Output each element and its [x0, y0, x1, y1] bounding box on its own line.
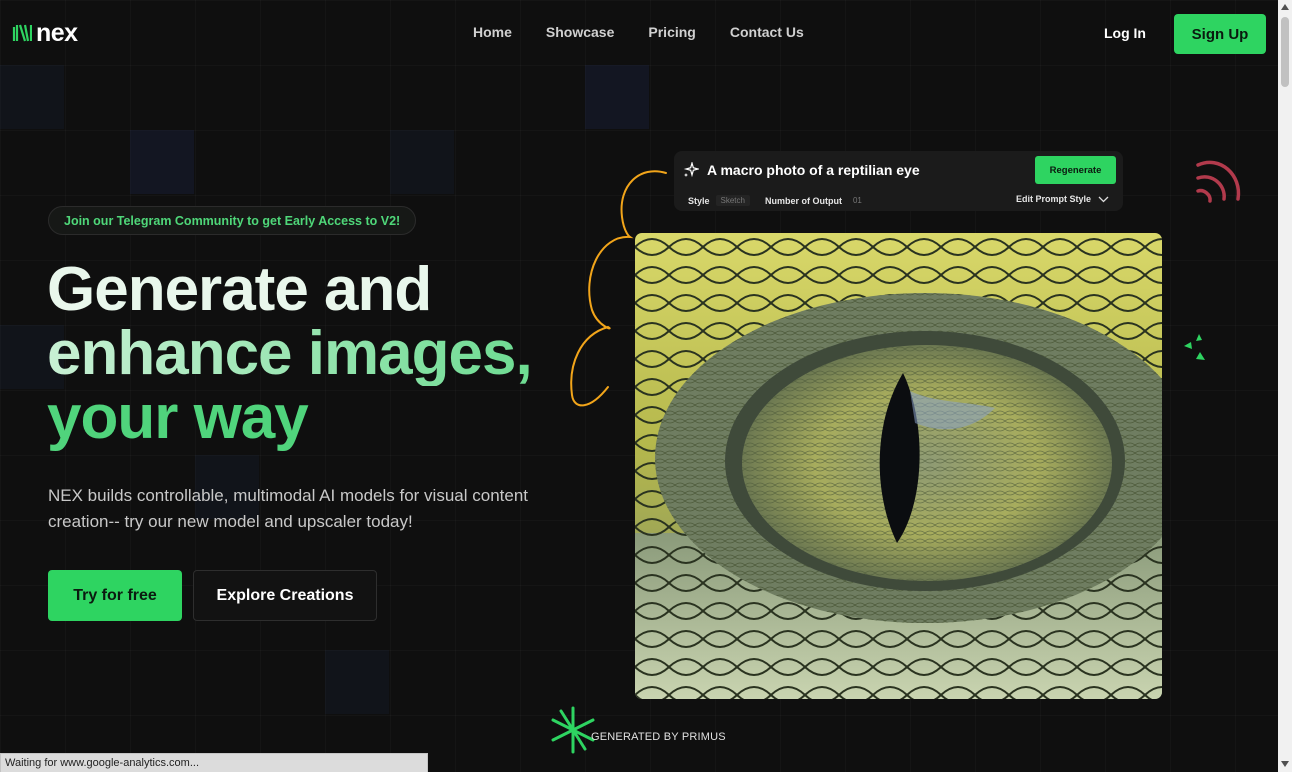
outputs-value[interactable]: 01: [848, 195, 867, 206]
hero-headline: Generate and enhance images, your way: [47, 258, 607, 450]
headline-text: Generate and: [47, 255, 432, 324]
prompt-text[interactable]: A macro photo of a reptilian eye: [707, 162, 920, 178]
grid-tile: [130, 130, 194, 194]
style-label: Style: [688, 195, 710, 206]
nav-link-home[interactable]: Home: [473, 24, 512, 40]
signup-button[interactable]: Sign Up: [1174, 14, 1266, 54]
try-free-button[interactable]: Try for free: [48, 570, 182, 621]
nav-link-pricing[interactable]: Pricing: [648, 24, 695, 40]
grid-tile: [325, 650, 389, 714]
nav-link-showcase[interactable]: Showcase: [546, 24, 614, 40]
page-scrollbar[interactable]: [1278, 0, 1292, 772]
chevron-down-icon: [1098, 196, 1109, 202]
top-nav: nex Home Showcase Pricing Contact Us Log…: [0, 0, 1278, 66]
headline-line: Generate and: [47, 258, 607, 322]
logo-mark-icon: [12, 24, 32, 42]
style-value[interactable]: Sketch: [715, 195, 750, 206]
sparkle-icon: [683, 162, 699, 178]
brand-logo[interactable]: nex: [12, 20, 78, 46]
brand-name: nex: [36, 19, 78, 47]
edit-prompt-style[interactable]: Edit Prompt Style: [1016, 194, 1109, 204]
hero-subtitle: NEX builds controllable, multimodal AI m…: [48, 486, 529, 531]
landing-page: nex Home Showcase Pricing Contact Us Log…: [0, 0, 1278, 772]
edit-style-label: Edit Prompt Style: [1015, 194, 1091, 204]
scroll-down-arrow-icon[interactable]: [1281, 761, 1289, 767]
login-link[interactable]: Log In: [1104, 25, 1146, 41]
regenerate-button[interactable]: Regenerate: [1035, 156, 1116, 184]
prompt-card: A macro photo of a reptilian eye Regener…: [674, 151, 1123, 211]
reptile-eye-image: [635, 233, 1162, 699]
headline-line: enhance images,: [47, 322, 607, 386]
generated-image: [635, 233, 1162, 699]
generated-by-label: GENERATED BY PRIMUS: [591, 731, 726, 743]
outputs-label: Number of Output: [764, 195, 842, 206]
nav-links: Home Showcase Pricing Contact Us: [473, 24, 804, 40]
nav-link-contact[interactable]: Contact Us: [730, 24, 804, 40]
asterisk-star-icon: [551, 706, 595, 754]
browser-status-bar: Waiting for www.google-analytics.com...: [0, 753, 428, 772]
grid-tile: [390, 130, 454, 194]
grid-tile: [0, 65, 64, 129]
headline-text: your way: [47, 383, 309, 452]
headline-line: your way: [47, 386, 607, 450]
scroll-up-arrow-icon[interactable]: [1281, 4, 1289, 10]
sparkle-decoration-icon: [1184, 334, 1205, 360]
telegram-banner[interactable]: Join our Telegram Community to get Early…: [48, 206, 417, 235]
signal-waves-icon: [1196, 160, 1241, 203]
scroll-thumb[interactable]: [1281, 17, 1289, 87]
grid-tile: [585, 65, 649, 129]
explore-creations-button[interactable]: Explore Creations: [193, 570, 377, 621]
prompt-meta: Style Sketch Number of Output 01: [688, 195, 867, 206]
headline-text: enhance images,: [47, 319, 532, 388]
